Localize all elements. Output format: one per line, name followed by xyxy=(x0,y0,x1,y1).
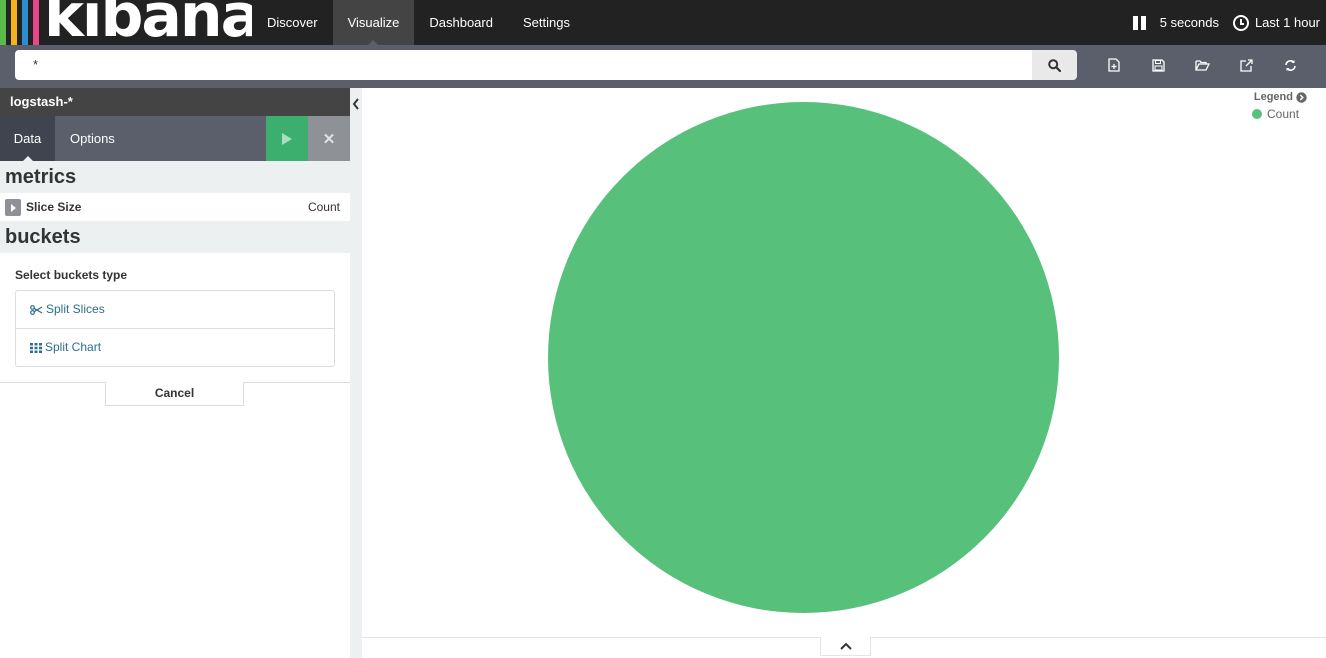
share-icon xyxy=(1239,58,1253,72)
nav-settings[interactable]: Settings xyxy=(508,0,585,45)
nav-discover[interactable]: Discover xyxy=(252,0,333,45)
buckets-heading: buckets xyxy=(0,221,350,253)
search-icon xyxy=(1048,58,1061,72)
pie-chart xyxy=(548,102,1059,613)
search-input[interactable]: * xyxy=(15,50,1032,80)
logo-bar-pink xyxy=(33,0,39,45)
metrics-heading: metrics xyxy=(0,161,350,193)
metric-agg-name: Slice Size xyxy=(26,200,82,214)
time-range[interactable]: Last 1 hour xyxy=(1255,15,1320,30)
spy-panel-toggle[interactable] xyxy=(820,637,871,656)
split-chart-option[interactable]: Split Chart xyxy=(16,328,334,366)
sidebar-tabs: Data Options ✕ xyxy=(0,116,350,161)
split-slices-label: Split Slices xyxy=(46,302,105,316)
new-visualization-button[interactable] xyxy=(1092,50,1136,80)
grid-icon xyxy=(30,342,42,353)
open-button[interactable] xyxy=(1180,50,1224,80)
bucket-type-list: Split Slices Split Chart xyxy=(15,290,335,367)
sidebar-divider[interactable] xyxy=(350,88,362,658)
pause-icon[interactable] xyxy=(1132,15,1146,30)
refresh-button[interactable] xyxy=(1268,50,1312,80)
legend-item[interactable]: Count xyxy=(1252,107,1299,121)
play-icon xyxy=(282,132,292,145)
visualization-toolbar xyxy=(1092,50,1312,80)
cancel-button[interactable]: Cancel xyxy=(105,382,244,406)
expand-toggle-icon[interactable] xyxy=(5,199,21,216)
top-navbar: kibana Discover Visualize Dashboard Sett… xyxy=(0,0,1326,45)
nav-dashboard[interactable]: Dashboard xyxy=(414,0,508,45)
nav-visualize[interactable]: Visualize xyxy=(332,0,415,45)
logo-bar-green xyxy=(0,0,6,45)
logo-bar-blue xyxy=(22,0,28,45)
search-button[interactable] xyxy=(1032,50,1077,80)
scissors-icon xyxy=(30,304,43,315)
chevron-circle-right-icon xyxy=(1296,91,1307,103)
legend-label: Count xyxy=(1267,107,1300,121)
collapse-sidebar-button[interactable] xyxy=(352,97,360,110)
legend-title: Legend xyxy=(1253,91,1293,103)
search-bar: * xyxy=(0,45,1326,88)
split-slices-option[interactable]: Split Slices xyxy=(16,291,334,328)
discard-changes-button[interactable]: ✕ xyxy=(308,116,350,161)
cancel-row: Cancel xyxy=(0,382,350,407)
new-visualization-icon xyxy=(1108,58,1120,72)
chevron-left-icon xyxy=(352,98,359,110)
chevron-up-icon xyxy=(839,642,852,650)
close-icon: ✕ xyxy=(322,130,336,148)
metric-agg-value: Count xyxy=(307,200,340,214)
index-pattern-title: logstash-* xyxy=(0,88,350,116)
save-button[interactable] xyxy=(1136,50,1180,80)
legend-toggle[interactable]: Legend xyxy=(1254,91,1307,103)
main-nav: Discover Visualize Dashboard Settings xyxy=(252,0,585,45)
clock-icon[interactable] xyxy=(1232,14,1249,31)
legend-color-dot xyxy=(1252,109,1262,119)
tab-options[interactable]: Options xyxy=(70,116,115,161)
apply-changes-button[interactable] xyxy=(266,116,308,161)
refresh-interval[interactable]: 5 seconds xyxy=(1160,15,1219,30)
tab-data[interactable]: Data xyxy=(0,116,55,161)
bucket-type-panel: Select buckets type Split Slices Split C… xyxy=(0,253,350,407)
logo-wordmark: kibana xyxy=(44,0,252,45)
save-icon xyxy=(1151,58,1165,72)
vis-editor-sidebar: logstash-* Data Options ✕ metrics Slice … xyxy=(0,88,350,658)
share-button[interactable] xyxy=(1224,50,1268,80)
time-controls: 5 seconds Last 1 hour xyxy=(1132,0,1320,45)
visualization-area: Legend Count xyxy=(362,88,1326,658)
split-chart-label: Split Chart xyxy=(45,340,102,354)
refresh-icon xyxy=(1284,59,1296,71)
logo-bar-yellow xyxy=(11,0,17,45)
open-icon xyxy=(1194,60,1210,71)
metric-agg-row[interactable]: Slice Size Count xyxy=(0,193,350,221)
kibana-logo[interactable]: kibana xyxy=(0,0,252,45)
select-buckets-label: Select buckets type xyxy=(15,268,128,282)
pie-slice-count[interactable] xyxy=(548,102,1059,613)
